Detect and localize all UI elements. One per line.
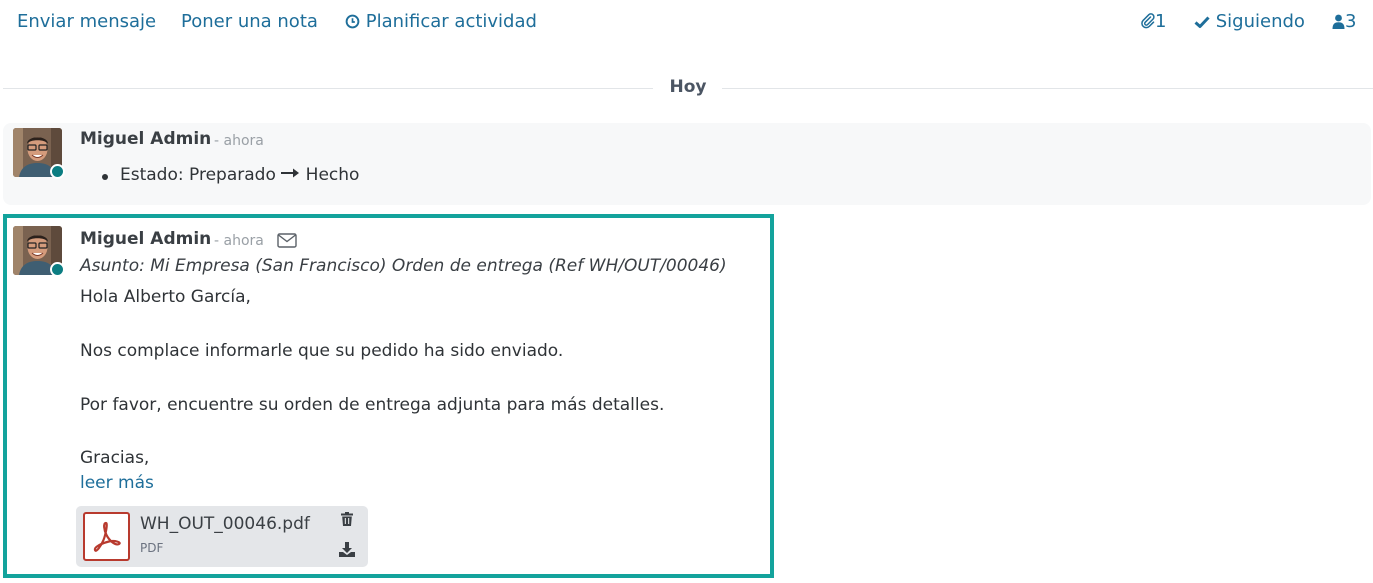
tracking-old-value: Preparado — [189, 165, 276, 185]
attachments-count: 1 — [1155, 11, 1167, 32]
clock-icon — [345, 14, 360, 29]
separator-line-left — [3, 88, 653, 89]
avatar[interactable] — [13, 128, 65, 179]
paperclip-icon — [1141, 13, 1155, 29]
following-label: Siguiendo — [1215, 11, 1305, 32]
user-icon — [1332, 14, 1345, 29]
message-body-line: Por favor, encuentre su orden de entrega… — [80, 395, 665, 415]
date-separator: Hoy — [669, 77, 707, 97]
tracking-field: Estado: — [120, 165, 184, 185]
send-message-button[interactable]: Enviar mensaje — [17, 11, 156, 32]
online-status-icon — [50, 164, 65, 179]
message-tracking: Miguel Admin - ahora Estado: Preparado H… — [3, 123, 1371, 205]
message-body-closing: Gracias, — [80, 448, 150, 468]
message-author[interactable]: Miguel Admin — [80, 229, 211, 249]
trash-icon[interactable] — [341, 512, 353, 526]
check-icon — [1194, 16, 1210, 28]
attachment-card[interactable]: WH_OUT_00046.pdf PDF — [76, 506, 368, 567]
message-author[interactable]: Miguel Admin — [80, 129, 211, 149]
log-note-button[interactable]: Poner una nota — [181, 11, 318, 32]
attachments-button[interactable]: 1 — [1141, 11, 1166, 32]
pdf-icon — [83, 512, 130, 561]
envelope-icon — [277, 233, 297, 248]
online-status-icon — [50, 262, 65, 277]
avatar[interactable] — [13, 226, 65, 277]
attachment-type: PDF — [140, 541, 164, 555]
attachment-filename[interactable]: WH_OUT_00046.pdf — [140, 514, 310, 534]
message-email: Miguel Admin - ahora Asunto: Mi Empresa … — [3, 214, 774, 578]
separator-line-right — [722, 88, 1373, 89]
schedule-activity-label: Planificar actividad — [365, 11, 537, 32]
tracking-new-value: Hecho — [305, 165, 360, 185]
chatter-topbar: Enviar mensaje Poner una nota Planificar… — [0, 0, 1373, 46]
tracking-value: Estado: Preparado Hecho — [102, 165, 360, 185]
read-more-link[interactable]: leer más — [80, 473, 154, 493]
message-body-greeting: Hola Alberto García, — [80, 287, 251, 307]
message-date: - ahora — [214, 133, 264, 149]
download-icon[interactable] — [339, 542, 355, 557]
message-date: - ahora — [214, 233, 264, 249]
message-subject: Asunto: Mi Empresa (San Francisco) Orden… — [80, 256, 727, 276]
following-button[interactable]: Siguiendo — [1194, 11, 1305, 32]
followers-count: 3 — [1345, 11, 1357, 32]
message-body-line: Nos complace informarle que su pedido ha… — [80, 341, 564, 361]
bullet-icon — [102, 174, 108, 180]
followers-button[interactable]: 3 — [1332, 11, 1356, 32]
schedule-activity-button[interactable]: Planificar actividad — [345, 11, 537, 32]
arrow-right-icon — [281, 168, 300, 178]
